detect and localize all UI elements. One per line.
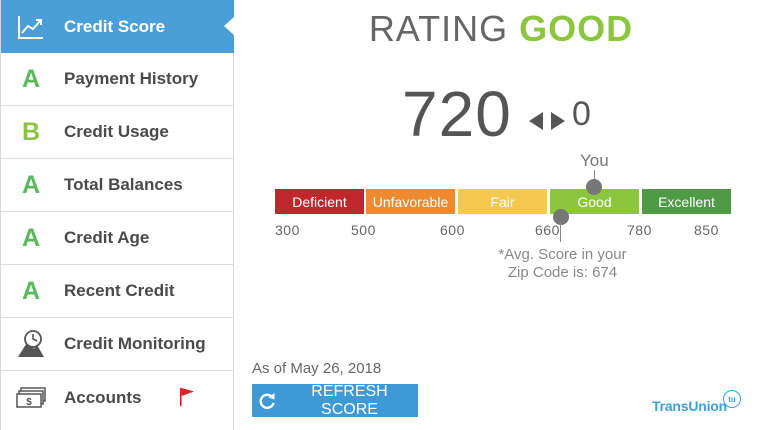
flag-icon — [179, 387, 195, 407]
band-excellent: Excellent — [642, 189, 731, 214]
rating-value: GOOD — [519, 8, 634, 49]
sidebar-item-label: Payment History — [64, 69, 199, 88]
grade-badge: A — [21, 64, 41, 93]
average-note-line: Zip Code is: 674 — [507, 264, 618, 281]
band-unfavorable: Unfavorable — [366, 189, 455, 214]
sidebar-item-label: Recent Credit — [64, 281, 175, 300]
left-right-arrows-icon — [529, 110, 569, 132]
sidebar: Credit Score A Payment History B Credit … — [0, 0, 235, 430]
rating-heading: RATING GOOD — [234, 8, 768, 50]
sidebar-item-accounts[interactable]: $ Accounts — [1, 371, 234, 424]
refresh-score-button[interactable]: REFRESH SCORE — [252, 382, 418, 418]
as-of-date: As of May 26, 2018 — [252, 360, 382, 377]
average-score-note: *Avg. Score in your Zip Code is: 674 — [490, 246, 635, 282]
grade-badge: A — [21, 170, 41, 199]
svg-text:$: $ — [26, 397, 32, 408]
you-marker-label: You — [580, 151, 609, 170]
sidebar-item-recent-credit[interactable]: A Recent Credit — [1, 265, 234, 318]
transunion-logo: TransUnion — [652, 398, 728, 414]
refresh-score-label: REFRESH SCORE — [311, 382, 388, 418]
you-marker-dot — [586, 179, 602, 195]
sidebar-item-credit-age[interactable]: A Credit Age — [1, 212, 234, 265]
monitoring-clock-icon — [15, 328, 47, 360]
sidebar-item-label: Credit Monitoring — [64, 334, 206, 353]
sidebar-item-label: Credit Usage — [64, 122, 169, 141]
scale-tick-label: 660 — [535, 222, 560, 238]
scale-tick-label: 500 — [351, 222, 376, 238]
score-change-value: 0 — [572, 95, 591, 133]
grade-badge: A — [21, 223, 41, 252]
band-deficient: Deficient — [275, 189, 364, 214]
sidebar-item-label: Credit Score — [64, 16, 166, 36]
sidebar-item-credit-score[interactable]: Credit Score — [1, 0, 235, 53]
sidebar-item-credit-monitoring[interactable]: Credit Monitoring — [1, 318, 234, 371]
average-note-line: *Avg. Score in your — [498, 246, 627, 263]
scale-tick-label: 850 — [694, 222, 719, 238]
scale-tick-label: 300 — [275, 222, 300, 238]
transunion-badge: tu — [723, 390, 741, 408]
average-marker-stem — [560, 222, 561, 242]
rating-word: RATING — [368, 8, 509, 49]
band-fair: Fair — [458, 189, 547, 214]
money-stack-icon: $ — [15, 382, 47, 414]
grade-badge: A — [21, 276, 41, 305]
scale-tick-label: 600 — [440, 222, 465, 238]
sidebar-item-total-balances[interactable]: A Total Balances — [1, 159, 234, 212]
sidebar-item-label: Total Balances — [64, 175, 183, 194]
trend-chart-icon — [15, 11, 47, 43]
sidebar-item-credit-usage[interactable]: B Credit Usage — [1, 106, 234, 159]
grade-badge: B — [21, 117, 41, 146]
sidebar-item-payment-history[interactable]: A Payment History — [1, 53, 234, 106]
sidebar-item-label: Accounts — [64, 387, 142, 407]
sidebar-item-label: Credit Age — [64, 228, 150, 247]
credit-score-value: 720 — [402, 78, 512, 150]
refresh-icon — [258, 392, 276, 410]
scale-tick-label: 780 — [627, 222, 652, 238]
